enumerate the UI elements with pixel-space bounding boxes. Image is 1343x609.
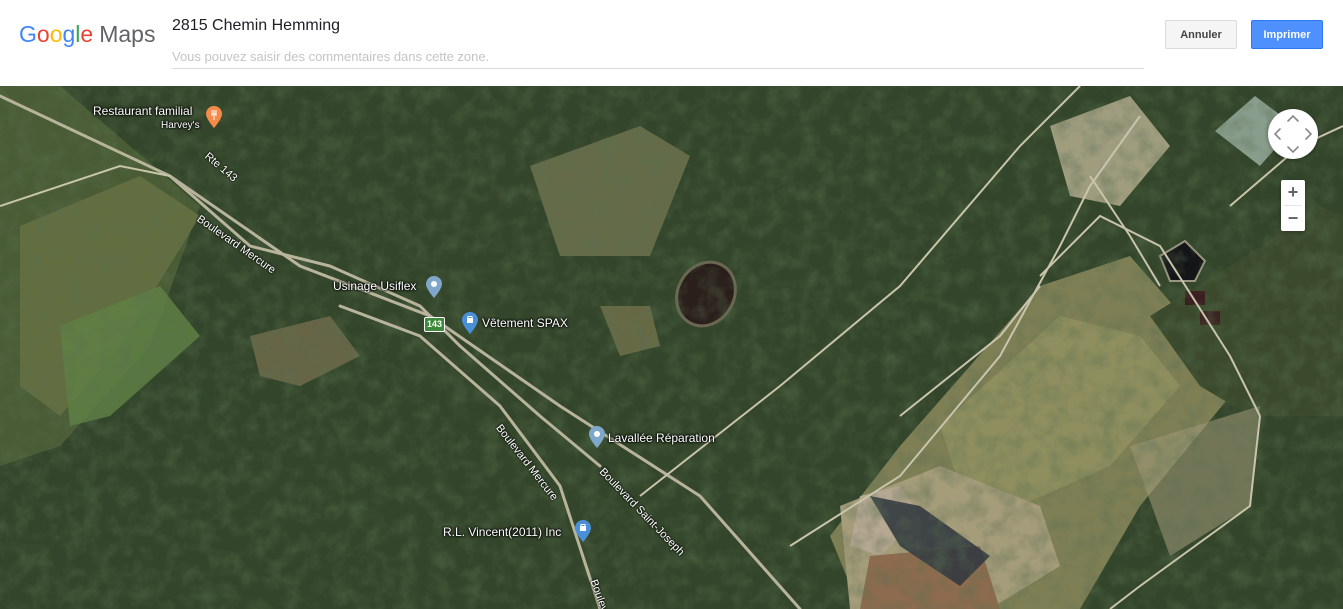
- satellite-imagery: [0, 86, 1343, 609]
- google-maps-logo: Google Maps: [19, 21, 156, 47]
- pan-arrows-icon: [1273, 114, 1313, 154]
- place-label-vetement-spax[interactable]: Vêtement SPAX: [482, 316, 568, 330]
- comments-input[interactable]: [172, 44, 1144, 69]
- restaurant-pin-icon[interactable]: [206, 106, 222, 128]
- zoom-out-button[interactable]: −: [1281, 206, 1305, 231]
- vetement-spax-pin-icon[interactable]: [462, 312, 478, 334]
- print-button[interactable]: Imprimer: [1251, 20, 1323, 49]
- zoom-control: + −: [1281, 180, 1305, 231]
- print-header: GoogleMaps 2815 Chemin Hemming Annuler I…: [0, 0, 1343, 86]
- lavallee-reparation-pin-icon[interactable]: [589, 426, 605, 448]
- place-label-usinage-usiflex[interactable]: Usinage Usiflex: [333, 279, 416, 293]
- place-label-lavallee-reparation[interactable]: Lavallée Réparation: [608, 431, 715, 445]
- rl-vincent-pin-icon[interactable]: [575, 520, 591, 542]
- place-label-restaurant-familial[interactable]: Restaurant familial: [93, 104, 192, 118]
- place-label-rl-vincent[interactable]: R.L. Vincent(2011) Inc: [443, 525, 561, 539]
- satellite-map[interactable]: Rte 143 Boulevard Mercure Boulevard Merc…: [0, 86, 1343, 609]
- zoom-in-button[interactable]: +: [1281, 180, 1305, 205]
- place-sublabel-harveys: Harvey's: [161, 120, 200, 131]
- page-title: 2815 Chemin Hemming: [172, 17, 341, 34]
- route-143-shield: 143: [424, 317, 445, 332]
- usinage-usiflex-pin-icon[interactable]: [426, 276, 442, 298]
- cancel-button[interactable]: Annuler: [1165, 20, 1237, 49]
- pan-control[interactable]: [1268, 109, 1318, 159]
